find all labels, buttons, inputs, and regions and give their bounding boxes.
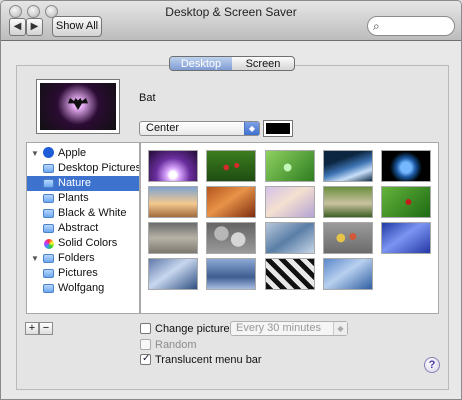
sidebar-item-label: Desktop Pictures [58,162,140,174]
folder-icon [43,269,54,278]
wallpaper-thumbnail-blue-water[interactable] [206,258,256,290]
black-color-fill [266,123,290,134]
chevron-down-icon: ◆ [244,122,259,135]
wallpaper-thumbnail-purple-burst[interactable] [148,150,198,182]
tab-screen-saver[interactable]: Screen Saver [232,57,294,70]
wallpaper-thumbnail-earth[interactable] [381,150,431,182]
sidebar-item-label: Folders [58,252,95,264]
show-all-button[interactable]: Show All [52,16,102,37]
wallpaper-thumbnail-grid [140,142,439,314]
folder-icon [43,209,54,218]
wallpaper-thumbnail-zen-sand[interactable] [148,222,198,254]
image-source-list: ▼ Apple Desktop Pictures Nature Plants B… [26,142,140,314]
wallpaper-thumbnail-blue-ice[interactable] [148,258,198,290]
change-picture-row: Change picture: [140,321,233,336]
wallpaper-thumbnail-water-ripple[interactable] [265,222,315,254]
forward-button[interactable]: ▶ [26,18,43,36]
folder-icon [43,179,54,188]
sidebar-item-label: Nature [58,177,92,189]
sidebar-item-label: Solid Colors [58,237,118,249]
sidebar-item-wolfgang[interactable]: Wolfgang [27,281,139,296]
wallpaper-thumbnail-blue-ripples[interactable] [323,258,373,290]
change-picture-checkbox[interactable] [140,323,151,334]
color-wheel-icon [44,239,54,249]
search-input[interactable]: ⌕ [367,16,455,36]
forward-icon: ▶ [30,21,39,32]
title-bar: Desktop & Screen Saver ◀ ▶ Show All ⌕ [1,1,461,41]
disclosure-triangle-icon: ▼ [31,254,39,263]
wallpaper-thumbnail-pastel-sand[interactable] [265,186,315,218]
sidebar-item-apple[interactable]: ▼ Apple [27,146,139,161]
wallpaper-name: Bat [139,92,156,104]
wallpaper-thumbnail-ladybug-leaf[interactable] [381,186,431,218]
sidebar-item-desktop-pictures[interactable]: Desktop Pictures [27,161,139,176]
sidebar-item-label: Plants [58,192,89,204]
search-icon: ⌕ [373,19,380,33]
sidebar-item-label: Black & White [58,207,127,219]
bat-icon [68,98,88,110]
tab-desktop[interactable]: Desktop [170,57,232,70]
wallpaper-thumbnail-wave-blue[interactable] [323,150,373,182]
position-select-value: Center [146,122,180,134]
add-folder-button[interactable]: + [25,322,39,335]
wallpaper-thumbnail-lake-trees[interactable] [323,186,373,218]
random-checkbox[interactable] [140,339,151,350]
wallpaper-thumbnail-zebra[interactable] [265,258,315,290]
wallpaper-thumbnail-colored-stones[interactable] [323,222,373,254]
pane-tabs: Desktop Screen Saver [169,56,295,71]
change-picture-label: Change picture: [155,322,233,335]
wallpaper-thumbnail-ladybugs[interactable] [206,150,256,182]
change-interval-value: Every 30 minutes [236,322,321,334]
sidebar-item-abstract[interactable]: Abstract [27,221,139,236]
back-button[interactable]: ◀ [9,18,26,36]
sidebar-item-nature[interactable]: Nature [27,176,139,191]
desktop-color-swatch[interactable] [263,120,293,137]
wallpaper-thumbnail-blue-silk[interactable] [381,222,431,254]
wallpaper-thumbnail-pebbles[interactable] [206,222,256,254]
sidebar-item-label: Wolfgang [58,282,105,294]
current-wallpaper-preview [36,79,120,134]
sidebar-item-solid-colors[interactable]: Solid Colors [27,236,139,251]
translucent-label: Translucent menu bar [155,353,262,366]
folder-icon [43,284,54,293]
back-icon: ◀ [13,21,22,32]
sidebar-item-label: Pictures [58,267,98,279]
help-icon: ? [428,359,436,371]
apple-icon [43,147,54,158]
bat-wallpaper-image [40,83,116,130]
wallpaper-thumbnail-orange-dunes[interactable] [206,186,256,218]
folder-icon [43,224,54,233]
remove-folder-button[interactable]: − [39,322,53,335]
folder-icon [43,164,54,173]
wallpaper-thumbnail-sunset-clouds[interactable] [148,186,198,218]
help-button[interactable]: ? [424,357,440,373]
wallpaper-thumbnail-dew-drop[interactable] [265,150,315,182]
chevron-down-icon: ◆ [333,322,347,335]
sidebar-item-label: Abstract [58,222,99,234]
sidebar-item-folders[interactable]: ▼ Folders [27,251,139,266]
random-label: Random [155,338,197,351]
disclosure-triangle-icon: ▼ [31,149,39,158]
desktop-screensaver-window: Desktop & Screen Saver ◀ ▶ Show All ⌕ De… [0,0,462,400]
folder-icon [43,254,54,263]
translucent-row: Translucent menu bar [140,352,262,367]
sidebar-item-black-white[interactable]: Black & White [27,206,139,221]
position-select[interactable]: Center ◆ [139,121,260,136]
sidebar-item-label: Apple [58,147,87,159]
change-interval-select[interactable]: Every 30 minutes ◆ [230,321,348,336]
translucent-menu-bar-checkbox[interactable] [140,353,151,365]
sidebar-item-plants[interactable]: Plants [27,191,139,206]
sidebar-item-pictures[interactable]: Pictures [27,266,139,281]
random-row: Random [140,337,197,352]
folder-icon [43,194,54,203]
